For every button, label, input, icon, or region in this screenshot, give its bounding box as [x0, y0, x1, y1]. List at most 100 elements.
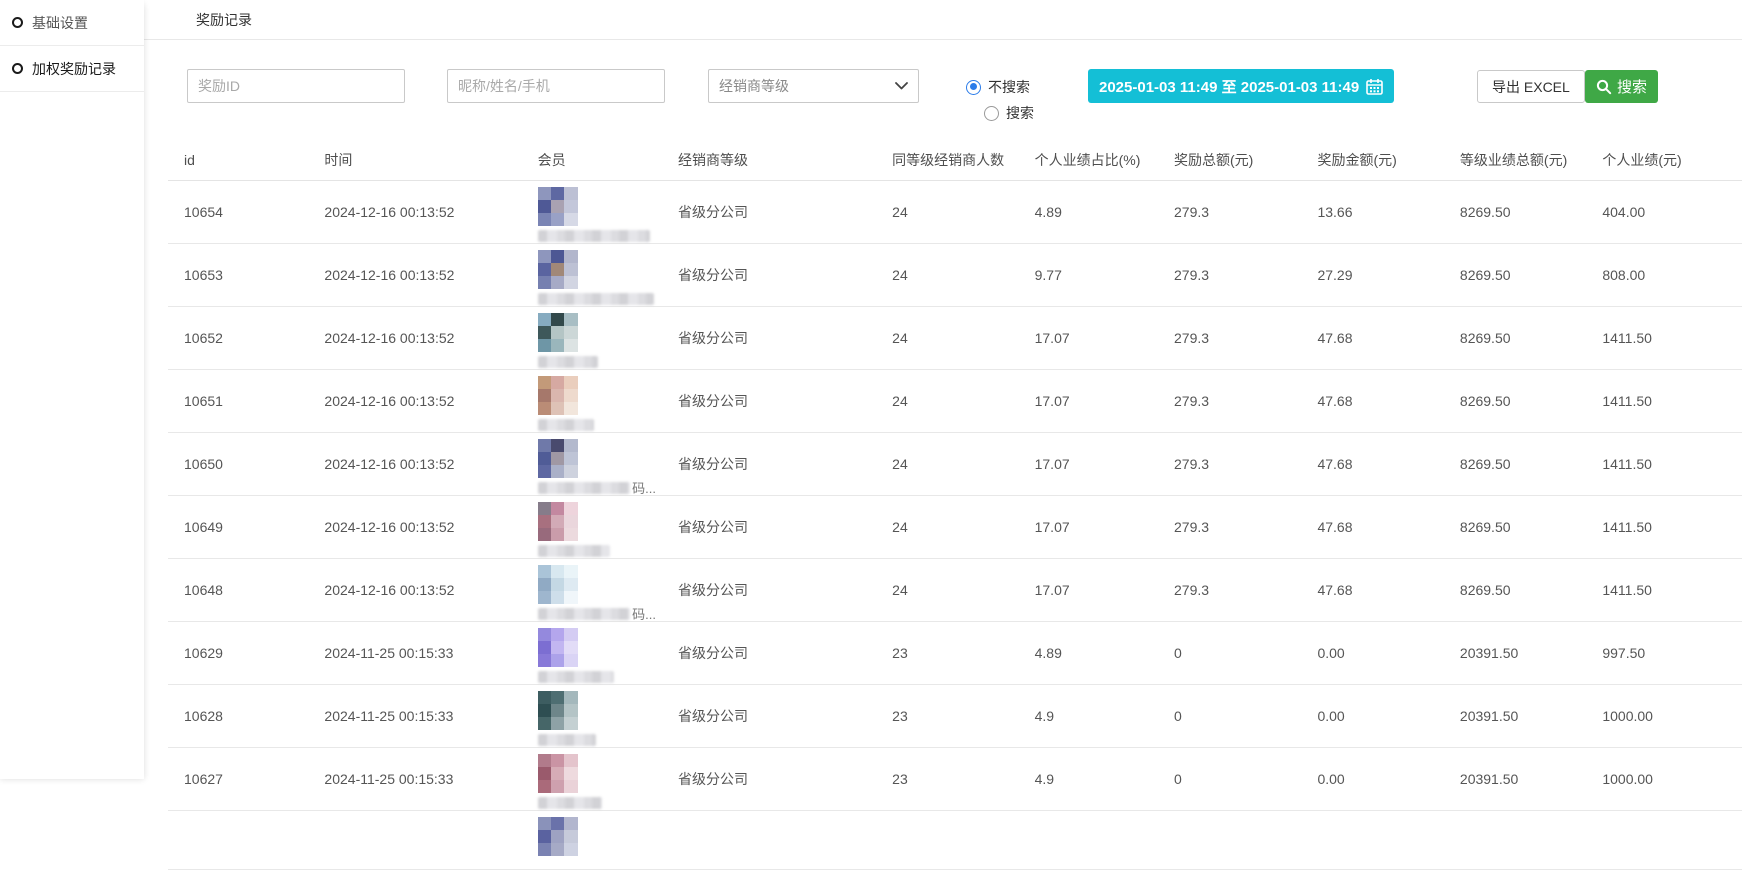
circle-bullet-icon: [12, 63, 23, 74]
cell-level-total: 8269.50: [1444, 432, 1586, 495]
cell-reward-amount: 47.68: [1301, 369, 1443, 432]
member-avatar: [538, 817, 578, 857]
table-row: 10652 2024-12-16 00:13:52 省级分公司 24 17.07…: [168, 306, 1742, 369]
member-avatar: [538, 565, 578, 605]
cell-personal-ratio: 17.07: [1019, 495, 1158, 558]
table-row: [168, 810, 1742, 869]
column-header-8: 等级业绩总额(元): [1444, 140, 1586, 180]
cell-peer-dealer-count: 24: [876, 558, 1018, 621]
radio-no-search-label: 不搜索: [988, 77, 1030, 97]
cell-reward-amount: 13.66: [1301, 180, 1443, 243]
reward-id-input[interactable]: [187, 69, 405, 103]
radio-selected-icon: [966, 80, 981, 95]
column-header-1: 时间: [308, 140, 521, 180]
cell-reward-total: 279.3: [1158, 180, 1301, 243]
column-header-0: id: [168, 140, 308, 180]
radio-search[interactable]: 搜索: [984, 103, 1034, 123]
cell-level-total: 20391.50: [1444, 684, 1586, 747]
cell-id: 10652: [168, 306, 308, 369]
cell-level-total: 8269.50: [1444, 495, 1586, 558]
cell-id: [168, 810, 308, 869]
dealer-level-select[interactable]: 经销商等级: [708, 69, 919, 103]
cell-dealer-level: 省级分公司: [662, 495, 876, 558]
member-name-blurred: [538, 671, 614, 683]
cell-personal-performance: 997.50: [1586, 621, 1742, 684]
cell-peer-dealer-count: 23: [876, 684, 1018, 747]
date-range-button[interactable]: 2025-01-03 11:49 至 2025-01-03 11:49: [1088, 69, 1394, 103]
export-excel-button[interactable]: 导出 EXCEL: [1477, 70, 1585, 103]
member-avatar: [538, 691, 578, 731]
cell-reward-total: 0: [1158, 621, 1301, 684]
page-header: 奖励记录: [144, 0, 1742, 40]
cell-member: [522, 810, 662, 869]
cell-personal-ratio: 4.9: [1019, 684, 1158, 747]
member-name-blurred: [538, 293, 654, 305]
circle-bullet-icon: [12, 17, 23, 28]
cell-time: 2024-12-16 00:13:52: [308, 369, 521, 432]
cell-reward-total: 279.3: [1158, 369, 1301, 432]
cell-peer-dealer-count: [876, 810, 1018, 869]
cell-personal-performance: 1000.00: [1586, 684, 1742, 747]
member-avatar: [538, 187, 578, 227]
search-button[interactable]: 搜索: [1585, 70, 1658, 103]
table-header-row: id时间会员经销商等级同等级经销商人数个人业绩占比(%)奖励总额(元)奖励金额(…: [168, 140, 1742, 180]
member-avatar: [538, 628, 578, 668]
sidebar-item-label: 加权奖励记录: [32, 59, 116, 79]
sidebar-item-label: 基础设置: [32, 13, 88, 33]
cell-personal-performance: 1411.50: [1586, 558, 1742, 621]
cell-personal-performance: 1411.50: [1586, 306, 1742, 369]
cell-peer-dealer-count: 23: [876, 621, 1018, 684]
page-title: 奖励记录: [196, 10, 252, 30]
column-header-4: 同等级经销商人数: [876, 140, 1018, 180]
cell-reward-amount: 27.29: [1301, 243, 1443, 306]
member-avatar: [538, 313, 578, 353]
records-table: id时间会员经销商等级同等级经销商人数个人业绩占比(%)奖励总额(元)奖励金额(…: [168, 140, 1742, 870]
cell-reward-total: 279.3: [1158, 306, 1301, 369]
cell-peer-dealer-count: 24: [876, 243, 1018, 306]
cell-reward-total: [1158, 810, 1301, 869]
cell-member: [522, 243, 662, 306]
cell-personal-ratio: 17.07: [1019, 558, 1158, 621]
column-header-6: 奖励总额(元): [1158, 140, 1301, 180]
table-row: 10649 2024-12-16 00:13:52 省级分公司 24 17.07…: [168, 495, 1742, 558]
cell-reward-amount: 47.68: [1301, 495, 1443, 558]
calendar-icon: [1366, 78, 1383, 95]
cell-member: [522, 180, 662, 243]
cell-level-total: [1444, 810, 1586, 869]
nickname-name-phone-input[interactable]: [447, 69, 665, 103]
cell-time: 2024-12-16 00:13:52: [308, 180, 521, 243]
sidebar-item-weighted-reward-records[interactable]: 加权奖励记录: [0, 46, 144, 92]
cell-personal-ratio: 17.07: [1019, 306, 1158, 369]
cell-reward-amount: 0.00: [1301, 684, 1443, 747]
cell-time: 2024-12-16 00:13:52: [308, 558, 521, 621]
cell-time: 2024-12-16 00:13:52: [308, 432, 521, 495]
cell-personal-ratio: 4.89: [1019, 621, 1158, 684]
cell-level-total: 8269.50: [1444, 243, 1586, 306]
cell-level-total: 8269.50: [1444, 369, 1586, 432]
cell-id: 10651: [168, 369, 308, 432]
cell-dealer-level: [662, 810, 876, 869]
cell-member: 码...: [522, 432, 662, 495]
cell-time: 2024-11-25 00:15:33: [308, 684, 521, 747]
cell-personal-performance: 808.00: [1586, 243, 1742, 306]
cell-peer-dealer-count: 24: [876, 495, 1018, 558]
radio-search-label: 搜索: [1006, 103, 1034, 123]
cell-id: 10654: [168, 180, 308, 243]
dealer-level-select-value: 经销商等级: [719, 76, 789, 96]
cell-member: 码...: [522, 558, 662, 621]
sidebar-item-basic-settings[interactable]: 基础设置: [0, 0, 144, 46]
member-name-blurred: [538, 545, 610, 557]
column-header-3: 经销商等级: [662, 140, 876, 180]
cell-reward-amount: 47.68: [1301, 432, 1443, 495]
cell-personal-performance: 404.00: [1586, 180, 1742, 243]
radio-no-search[interactable]: 不搜索: [966, 77, 1030, 97]
table-row: 10653 2024-12-16 00:13:52 省级分公司 24 9.77 …: [168, 243, 1742, 306]
column-header-5: 个人业绩占比(%): [1019, 140, 1158, 180]
member-name-blurred: [538, 797, 602, 809]
cell-dealer-level: 省级分公司: [662, 432, 876, 495]
member-name-blurred: [538, 608, 631, 620]
cell-reward-total: 279.3: [1158, 432, 1301, 495]
records-table-body: 10654 2024-12-16 00:13:52 省级分公司 24 4.89 …: [168, 180, 1742, 869]
cell-dealer-level: 省级分公司: [662, 684, 876, 747]
cell-personal-ratio: 4.89: [1019, 180, 1158, 243]
